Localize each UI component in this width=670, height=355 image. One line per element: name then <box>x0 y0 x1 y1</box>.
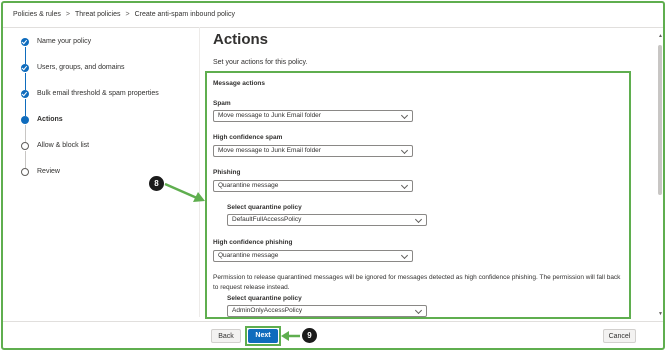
step-pending-icon <box>21 168 29 176</box>
step-name-your-policy[interactable]: Name your policy <box>21 38 191 64</box>
spam-label: Spam <box>213 100 231 107</box>
step-complete-icon <box>21 64 29 72</box>
breadcrumb-separator: > <box>65 11 70 18</box>
step-pending-icon <box>21 142 29 150</box>
step-label: Actions <box>37 116 63 123</box>
wizard-steps: Name your policy Users, groups, and doma… <box>21 38 191 194</box>
step-actions[interactable]: Actions <box>21 116 191 142</box>
page-title: Actions <box>213 31 269 48</box>
section-title: Message actions <box>213 80 266 87</box>
chevron-down-icon <box>400 111 409 120</box>
spam-dropdown[interactable]: Move message to Junk Email folder <box>213 110 413 122</box>
phishing-quarantine-dropdown[interactable]: DefaultFullAccessPolicy <box>227 214 427 226</box>
annotation-arrow-icon <box>164 182 205 202</box>
page-subtitle: Set your actions for this policy. <box>213 59 308 66</box>
step-label: Review <box>37 168 60 175</box>
step-connector <box>24 73 26 90</box>
step-label: Bulk email threshold & spam properties <box>37 90 159 97</box>
hc-spam-dropdown[interactable]: Move message to Junk Email folder <box>213 145 413 157</box>
phishing-quarantine-label: Select quarantine policy <box>227 204 302 211</box>
hc-phishing-dropdown-value: Quarantine message <box>218 252 279 259</box>
step-current-icon <box>21 116 29 124</box>
footer-divider <box>3 321 663 322</box>
panel-divider <box>199 27 200 317</box>
window-frame: Policies & rules > Threat policies > Cre… <box>1 1 665 350</box>
scroll-up-icon[interactable]: ▲ <box>658 33 663 39</box>
breadcrumb-policies-rules[interactable]: Policies & rules <box>13 11 61 18</box>
chevron-down-icon <box>400 181 409 190</box>
hc-phishing-note: Permission to release quarantined messag… <box>213 274 621 291</box>
chevron-down-icon <box>400 146 409 155</box>
hc-phishing-quarantine-label: Select quarantine policy <box>227 295 302 302</box>
annotation-badge: 9 <box>302 328 317 343</box>
phishing-dropdown[interactable]: Quarantine message <box>213 180 413 192</box>
breadcrumb-threat-policies[interactable]: Threat policies <box>75 11 121 18</box>
cancel-button[interactable]: Cancel <box>603 329 636 343</box>
chevron-down-icon <box>414 306 423 315</box>
phishing-quarantine-value: DefaultFullAccessPolicy <box>232 216 302 223</box>
hc-spam-label: High confidence spam <box>213 134 283 141</box>
step-label: Name your policy <box>37 38 92 45</box>
next-button[interactable]: Next <box>248 329 278 343</box>
step-label: Allow & block list <box>37 142 90 149</box>
scrollbar-thumb[interactable] <box>658 45 662 195</box>
phishing-dropdown-value: Quarantine message <box>218 182 279 189</box>
breadcrumb-separator: > <box>125 11 130 18</box>
step-connector <box>24 47 26 64</box>
step-users-groups-domains[interactable]: Users, groups, and domains <box>21 64 191 90</box>
chevron-down-icon <box>414 215 423 224</box>
vertical-scrollbar[interactable]: ▲ ▼ <box>658 31 663 321</box>
breadcrumb: Policies & rules > Threat policies > Cre… <box>13 11 235 18</box>
hc-phishing-label: High confidence phishing <box>213 239 293 246</box>
hc-phishing-quarantine-dropdown[interactable]: AdminOnlyAccessPolicy <box>227 305 427 317</box>
step-allow-block-list: Allow & block list <box>21 142 191 168</box>
back-button[interactable]: Back <box>211 329 241 343</box>
hc-phishing-dropdown[interactable]: Quarantine message <box>213 250 413 262</box>
annotation-badge: 8 <box>149 176 164 191</box>
breadcrumb-current-page: Create anti-spam inbound policy <box>134 11 235 18</box>
header-divider <box>3 27 663 28</box>
step-bulk-email-threshold[interactable]: Bulk email threshold & spam properties <box>21 90 191 116</box>
step-connector <box>24 99 26 116</box>
step-complete-icon <box>21 90 29 98</box>
chevron-down-icon <box>400 251 409 260</box>
step-connector <box>24 125 26 142</box>
hc-phishing-quarantine-value: AdminOnlyAccessPolicy <box>232 307 303 314</box>
annotation-arrow-icon <box>281 331 300 341</box>
scroll-down-icon[interactable]: ▼ <box>658 311 663 317</box>
hc-spam-dropdown-value: Move message to Junk Email folder <box>218 147 321 154</box>
phishing-label: Phishing <box>213 169 241 176</box>
step-connector <box>24 151 26 168</box>
step-label: Users, groups, and domains <box>37 64 125 71</box>
step-complete-icon <box>21 38 29 46</box>
spam-dropdown-value: Move message to Junk Email folder <box>218 112 321 119</box>
